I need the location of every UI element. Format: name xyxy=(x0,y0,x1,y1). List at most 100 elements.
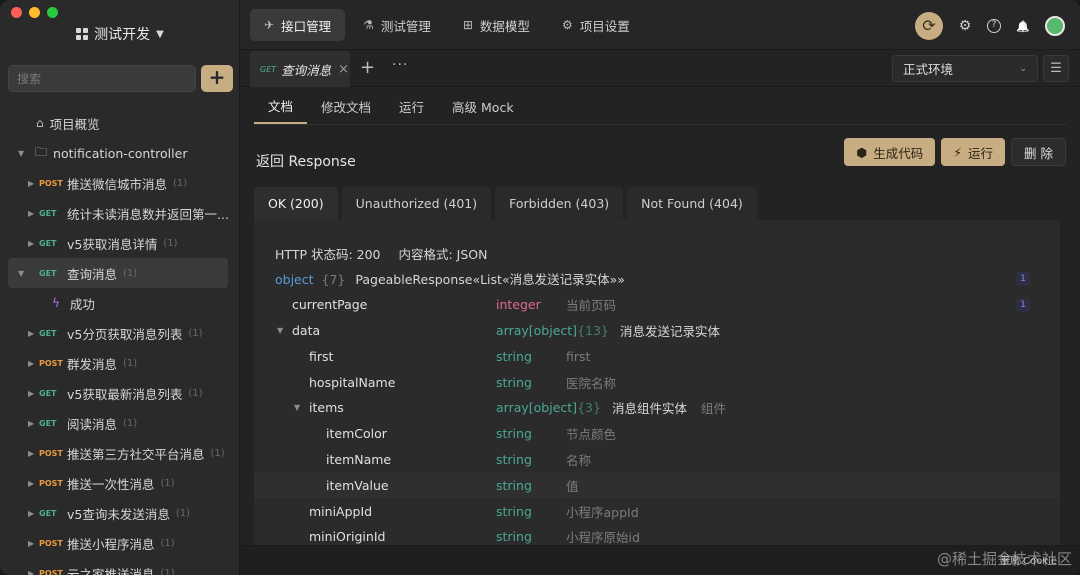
tree-item[interactable]: ▶ POST 推送第三方社交平台消息 (1) xyxy=(0,438,240,468)
field-extra: 组件 xyxy=(701,401,727,417)
chevron-right-icon[interactable]: ▶ xyxy=(28,359,34,368)
chevron-down-icon[interactable]: ▼ xyxy=(277,326,283,335)
chevron-right-icon[interactable]: ▶ xyxy=(28,569,34,575)
tree-item-label: 推送小程序消息 xyxy=(67,536,155,552)
method-badge: POST xyxy=(39,358,63,368)
field-type: array[object]{13} xyxy=(496,323,609,338)
search-input[interactable] xyxy=(8,65,196,92)
field-desc-label: 节点颜色 xyxy=(566,427,617,443)
chevron-right-icon[interactable]: ▶ xyxy=(28,239,34,248)
chevron-right-icon[interactable]: ▶ xyxy=(28,449,34,458)
top-right-toolbar: ⟳ ⚙ ? 🔔 xyxy=(915,12,1065,40)
chevron-right-icon[interactable]: ▶ xyxy=(28,329,34,338)
schema-field-row[interactable]: itemValue string 值 xyxy=(254,472,1060,499)
tree-item[interactable]: ▶ GET v5分页获取消息列表 (1) xyxy=(0,318,240,348)
chevron-right-icon[interactable]: ▶ xyxy=(28,509,34,518)
doc-subtab[interactable]: 文档 xyxy=(254,88,308,124)
chevron-down-icon[interactable]: ▼ xyxy=(18,269,24,278)
menu-icon[interactable]: ☰ xyxy=(1043,55,1069,82)
count-badge: (1) xyxy=(210,447,225,459)
tree-item[interactable]: ▶ POST 推送一次性消息 (1) xyxy=(0,468,240,498)
tree-item[interactable]: ▶ GET v5获取最新消息列表 (1) xyxy=(0,378,240,408)
tree-item[interactable]: ▶ GET 统计未读消息数并返回第一... xyxy=(0,198,240,228)
tree-item[interactable]: ▶ POST 群发消息 (1) xyxy=(0,348,240,378)
chevron-right-icon[interactable]: ▶ xyxy=(28,179,34,188)
schema-field-row[interactable]: first string first xyxy=(254,343,1060,369)
count-badge: (1) xyxy=(175,507,191,519)
project-switcher[interactable]: 测试开发 ▼ xyxy=(0,24,240,44)
chevron-right-icon[interactable]: ▶ xyxy=(28,209,34,218)
tree-item[interactable]: ▶ POST 推送小程序消息 (1) xyxy=(0,528,240,558)
minimize-window-button[interactable] xyxy=(29,7,40,18)
new-tab-button[interactable]: + xyxy=(360,57,375,78)
settings-icon[interactable]: ⚙ xyxy=(957,18,973,34)
maximize-window-button[interactable] xyxy=(47,7,58,18)
environment-select[interactable]: 正式环境 ⌄ xyxy=(892,55,1038,82)
divider xyxy=(254,124,1066,125)
help-icon[interactable]: ? xyxy=(987,19,1001,33)
schema-field-row[interactable]: itemColor string 节点颜色 xyxy=(254,421,1060,447)
tree-item[interactable]: ▶ GET v5获取消息详情 (1) xyxy=(0,228,240,258)
schema-field-row[interactable]: itemName string 名称 xyxy=(254,447,1060,473)
chevron-down-icon[interactable]: ▼ xyxy=(294,403,300,412)
schema-field-row[interactable]: ▼ data array[object]{13} 消息发送记录实体 xyxy=(254,318,1060,344)
tree-item[interactable]: ϟ 成功 xyxy=(0,288,240,318)
nav-tab[interactable]: ✈ 接口管理 xyxy=(250,9,346,41)
tree-item[interactable]: ▼ 🗀 notification-controller xyxy=(0,138,240,168)
schema-field-row[interactable]: miniAppId string 小程序appId xyxy=(254,498,1060,524)
method-badge: POST xyxy=(39,448,63,458)
doc-subtabs: 文档 修改文档 运行 高级 Mock xyxy=(254,88,528,124)
tree-item[interactable]: ⌂ 项目概览 xyxy=(0,108,240,138)
run-button[interactable]: ⚡ 运行 xyxy=(941,138,1006,166)
status-tab[interactable]: Forbidden (403) xyxy=(495,187,624,220)
close-window-button[interactable] xyxy=(11,7,22,18)
delete-button[interactable]: 删 除 xyxy=(1011,138,1066,166)
tree-item[interactable]: ▶ GET v5查询未发送消息 (1) xyxy=(0,498,240,528)
status-tab[interactable]: Unauthorized (401) xyxy=(341,187,492,220)
count-badge: (1) xyxy=(123,357,138,369)
watermark-overlay: 掌腐 Cookie xyxy=(999,556,1057,567)
field-type-label: string xyxy=(496,503,532,519)
more-tabs-icon[interactable]: ··· xyxy=(392,57,408,73)
doc-subtab[interactable]: 运行 xyxy=(385,88,438,124)
close-tab-icon[interactable]: × xyxy=(338,62,349,77)
status-tab[interactable]: OK (200) xyxy=(254,187,338,220)
request-tab-active[interactable]: GET 查询消息 × xyxy=(250,51,350,87)
avatar[interactable] xyxy=(1045,16,1065,36)
method-badge: POST xyxy=(39,568,63,575)
section-title: 返回 Response xyxy=(256,154,356,170)
nav-tab[interactable]: ⚗ 测试管理 xyxy=(349,9,445,41)
schema-field-row[interactable]: miniOriginId string 小程序原始id xyxy=(254,524,1060,545)
request-tab-bar: GET 查询消息 × + ··· 正式环境 ⌄ ☰ xyxy=(240,51,1080,87)
field-desc: 小程序原始id xyxy=(566,527,640,545)
bell-icon[interactable]: 🔔 xyxy=(1015,20,1031,33)
tree-item[interactable]: ▶ POST 云之家推送消息 (1) xyxy=(0,558,240,575)
doc-subtab[interactable]: 高级 Mock xyxy=(438,88,528,124)
field-desc: 消息组件实体 组件 xyxy=(612,398,726,417)
app-window: 测试开发 ▼ + ⌂ 项目概览 ▼ 🗀 notification-controller ▶… xyxy=(0,0,1080,575)
status-tab[interactable]: Not Found (404) xyxy=(627,187,757,220)
nav-tab[interactable]: ⚙ 项目设置 xyxy=(548,9,644,41)
schema-tree: object {7} PageableResponse«List«消息发送记录实体»… xyxy=(254,266,1060,545)
chevron-right-icon[interactable]: ▶ xyxy=(28,539,34,548)
chevron-right-icon[interactable]: ▶ xyxy=(28,479,34,488)
add-button[interactable]: + xyxy=(201,65,233,92)
schema-field-row[interactable]: hospitalName string 医院名称 xyxy=(254,369,1060,395)
doc-subtab[interactable]: 修改文档 xyxy=(307,88,385,124)
tree-item[interactable]: ▶ GET 阅读消息 (1) xyxy=(0,408,240,438)
root-type: object xyxy=(275,272,314,288)
chevron-right-icon[interactable]: ▶ xyxy=(28,389,34,398)
chevron-right-icon[interactable]: ▶ xyxy=(28,419,34,428)
generate-code-button[interactable]: ⬢ 生成代码 xyxy=(844,138,936,166)
top-bar: ✈ 接口管理 ⚗ 测试管理 ⊞ 数据模型 ⚙ 项目设置 ⟳ ⚙ ? 🔔 xyxy=(240,0,1080,50)
tree-item[interactable]: ▶ POST 推送微信城市消息 (1) xyxy=(0,168,240,198)
schema-field-row[interactable]: ▼ items array[object]{3} 消息组件实体 组件 xyxy=(254,395,1060,421)
schema-field-row[interactable]: currentPage integer 当前页码 1 xyxy=(254,292,1060,318)
field-type: array[object]{3} xyxy=(496,400,601,415)
sync-icon[interactable]: ⟳ xyxy=(915,12,943,40)
field-name: miniAppId xyxy=(309,503,373,519)
nav-tab[interactable]: ⊞ 数据模型 xyxy=(449,9,544,41)
tree-item[interactable]: ▼ GET 查询消息 (1) xyxy=(8,258,228,288)
chevron-down-icon[interactable]: ▼ xyxy=(18,149,24,158)
method-badge: GET xyxy=(39,208,57,218)
